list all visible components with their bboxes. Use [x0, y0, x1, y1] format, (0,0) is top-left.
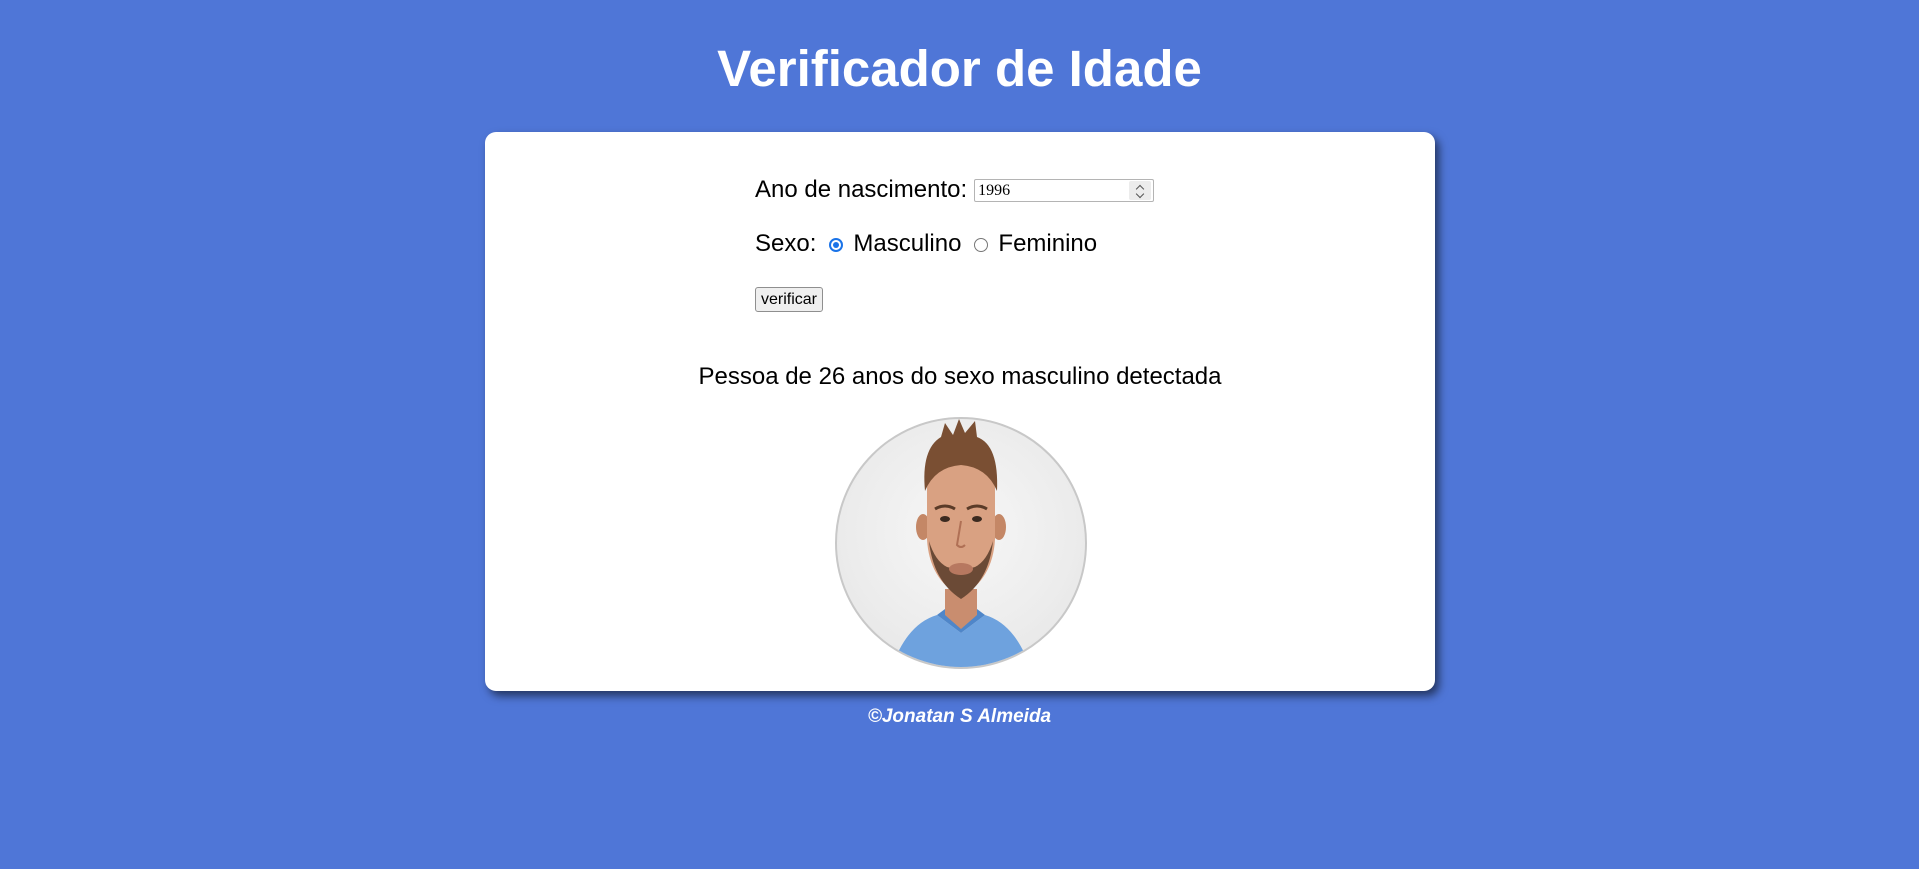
sex-label: Sexo:	[755, 230, 817, 257]
year-spinner[interactable]	[1129, 180, 1152, 200]
result-text: Pessoa de 26 anos do sexo masculino dete…	[698, 363, 1222, 390]
chevron-down-icon[interactable]	[1135, 189, 1145, 199]
page-title: Verificador de Idade	[717, 40, 1202, 97]
radio-feminino[interactable]	[974, 238, 989, 252]
sex-row: Sexo: Masculino Feminino	[755, 229, 1097, 259]
verify-button[interactable]: verificar	[755, 287, 824, 312]
radio-masculino-label[interactable]: Masculino	[853, 230, 961, 258]
result-photo	[835, 417, 1087, 669]
main-card: Ano de nascimento: 1996 Sexo: Masculino …	[485, 132, 1435, 691]
year-row: Ano de nascimento: 1996	[755, 175, 1155, 205]
radio-masculino[interactable]	[829, 238, 844, 252]
year-input[interactable]: 1996	[974, 178, 1155, 202]
radio-feminino-label[interactable]: Feminino	[998, 230, 1097, 258]
year-value: 1996	[978, 181, 1011, 199]
man-portrait-illustration	[892, 419, 1030, 667]
year-label: Ano de nascimento:	[755, 176, 968, 203]
footer-credit: ©Jonatan S Almeida	[867, 706, 1052, 727]
button-row: verificar	[755, 287, 824, 312]
